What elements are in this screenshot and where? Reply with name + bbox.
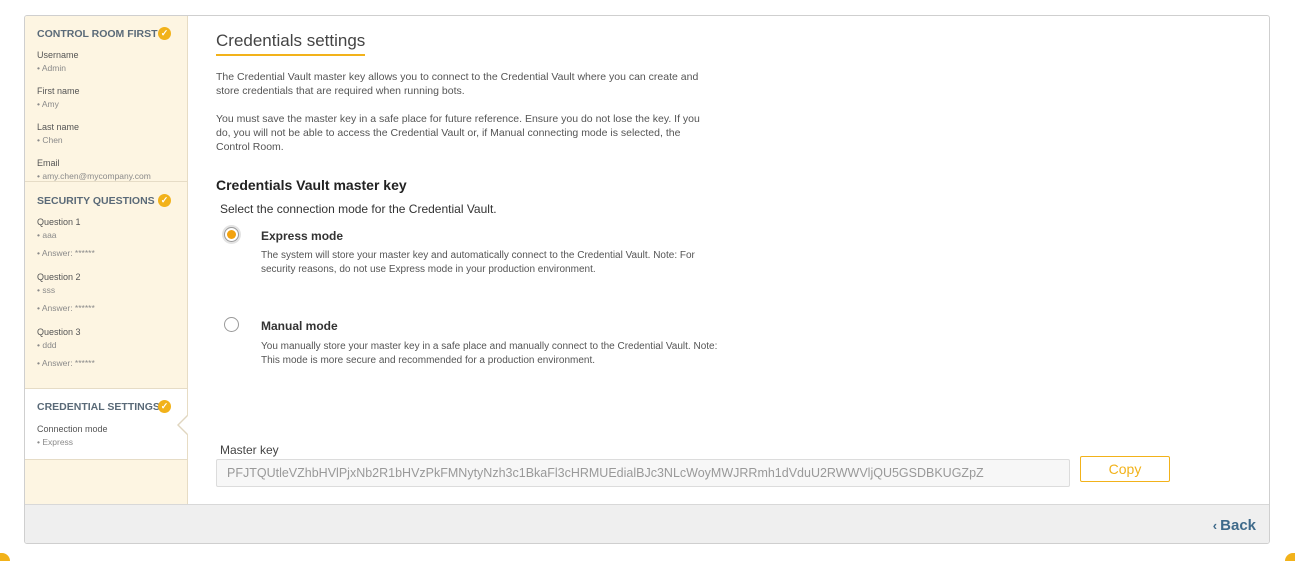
manual-mode-title[interactable]: Manual mode <box>261 319 338 333</box>
question-label: Question 1 <box>37 217 81 227</box>
setup-card: CONTROL ROOM FIRST ... ✓ Username • Admi… <box>24 15 1270 544</box>
field-label: Last name <box>37 122 80 132</box>
express-mode-title[interactable]: Express mode <box>261 229 343 243</box>
field-label: Email <box>37 158 60 168</box>
question-value: • sss <box>37 285 56 295</box>
step-credential-settings[interactable]: CREDENTIAL SETTINGS ✓ Connection mode • … <box>25 389 188 460</box>
field-label: Connection mode <box>37 424 108 434</box>
express-mode-radio[interactable] <box>224 227 239 242</box>
section-heading: Credentials Vault master key <box>216 177 407 193</box>
answer-value: • Answer: ****** <box>37 358 95 368</box>
check-circle-icon: ✓ <box>158 400 171 413</box>
answer-value: • Answer: ****** <box>37 303 95 313</box>
radio-dot <box>227 230 236 239</box>
field-value: • Express <box>37 437 74 447</box>
check-circle-icon: ✓ <box>158 27 171 40</box>
question-value: • ddd <box>37 340 57 350</box>
chevron-left-icon: ‹ <box>1212 518 1218 533</box>
main-content: Credentials settings The Credential Vaul… <box>216 16 1269 504</box>
express-mode-description: The system will store your master key an… <box>261 250 695 275</box>
back-label: Back <box>1220 517 1256 534</box>
page-title: Credentials settings <box>216 31 366 56</box>
corner-accent <box>0 553 10 561</box>
field-label: First name <box>37 86 80 96</box>
field-value: • Admin <box>37 63 66 73</box>
corner-accent <box>1285 553 1295 561</box>
question-label: Question 3 <box>37 327 81 337</box>
active-step-pointer <box>179 416 188 434</box>
question-label: Question 2 <box>37 272 81 282</box>
setup-steps-sidebar: CONTROL ROOM FIRST ... ✓ Username • Admi… <box>25 16 188 504</box>
check-circle-icon: ✓ <box>158 194 171 207</box>
field-value: • Chen <box>37 135 63 145</box>
connection-mode-prompt: Select the connection mode for the Crede… <box>220 202 497 216</box>
manual-mode-radio[interactable] <box>224 317 239 332</box>
footer-bar: ‹ Back <box>25 504 1269 543</box>
master-key-label: Master key <box>220 443 279 457</box>
field-label: Username <box>37 50 79 60</box>
copy-button[interactable]: Copy <box>1080 456 1170 482</box>
intro-paragraph: The Credential Vault master key allows y… <box>216 71 699 97</box>
question-value: • aaa <box>37 230 57 240</box>
warning-paragraph: You must save the master key in a safe p… <box>216 113 700 153</box>
answer-value: • Answer: ****** <box>37 248 95 258</box>
manual-mode-description: You manually store your master key in a … <box>261 341 718 366</box>
field-value: • amy.chen@mycompany.com <box>37 171 151 181</box>
step-security-questions[interactable]: SECURITY QUESTIONS ✓ Question 1 • aaa • … <box>25 182 187 389</box>
back-button[interactable]: ‹ Back <box>1213 517 1256 534</box>
master-key-field[interactable]: PFJTQUtleVZhbHVlPjxNb2R1bHVzPkFMNytyNzh3… <box>216 459 1070 487</box>
step-control-room-first-user[interactable]: CONTROL ROOM FIRST ... ✓ Username • Admi… <box>25 16 187 182</box>
field-value: • Amy <box>37 99 59 109</box>
